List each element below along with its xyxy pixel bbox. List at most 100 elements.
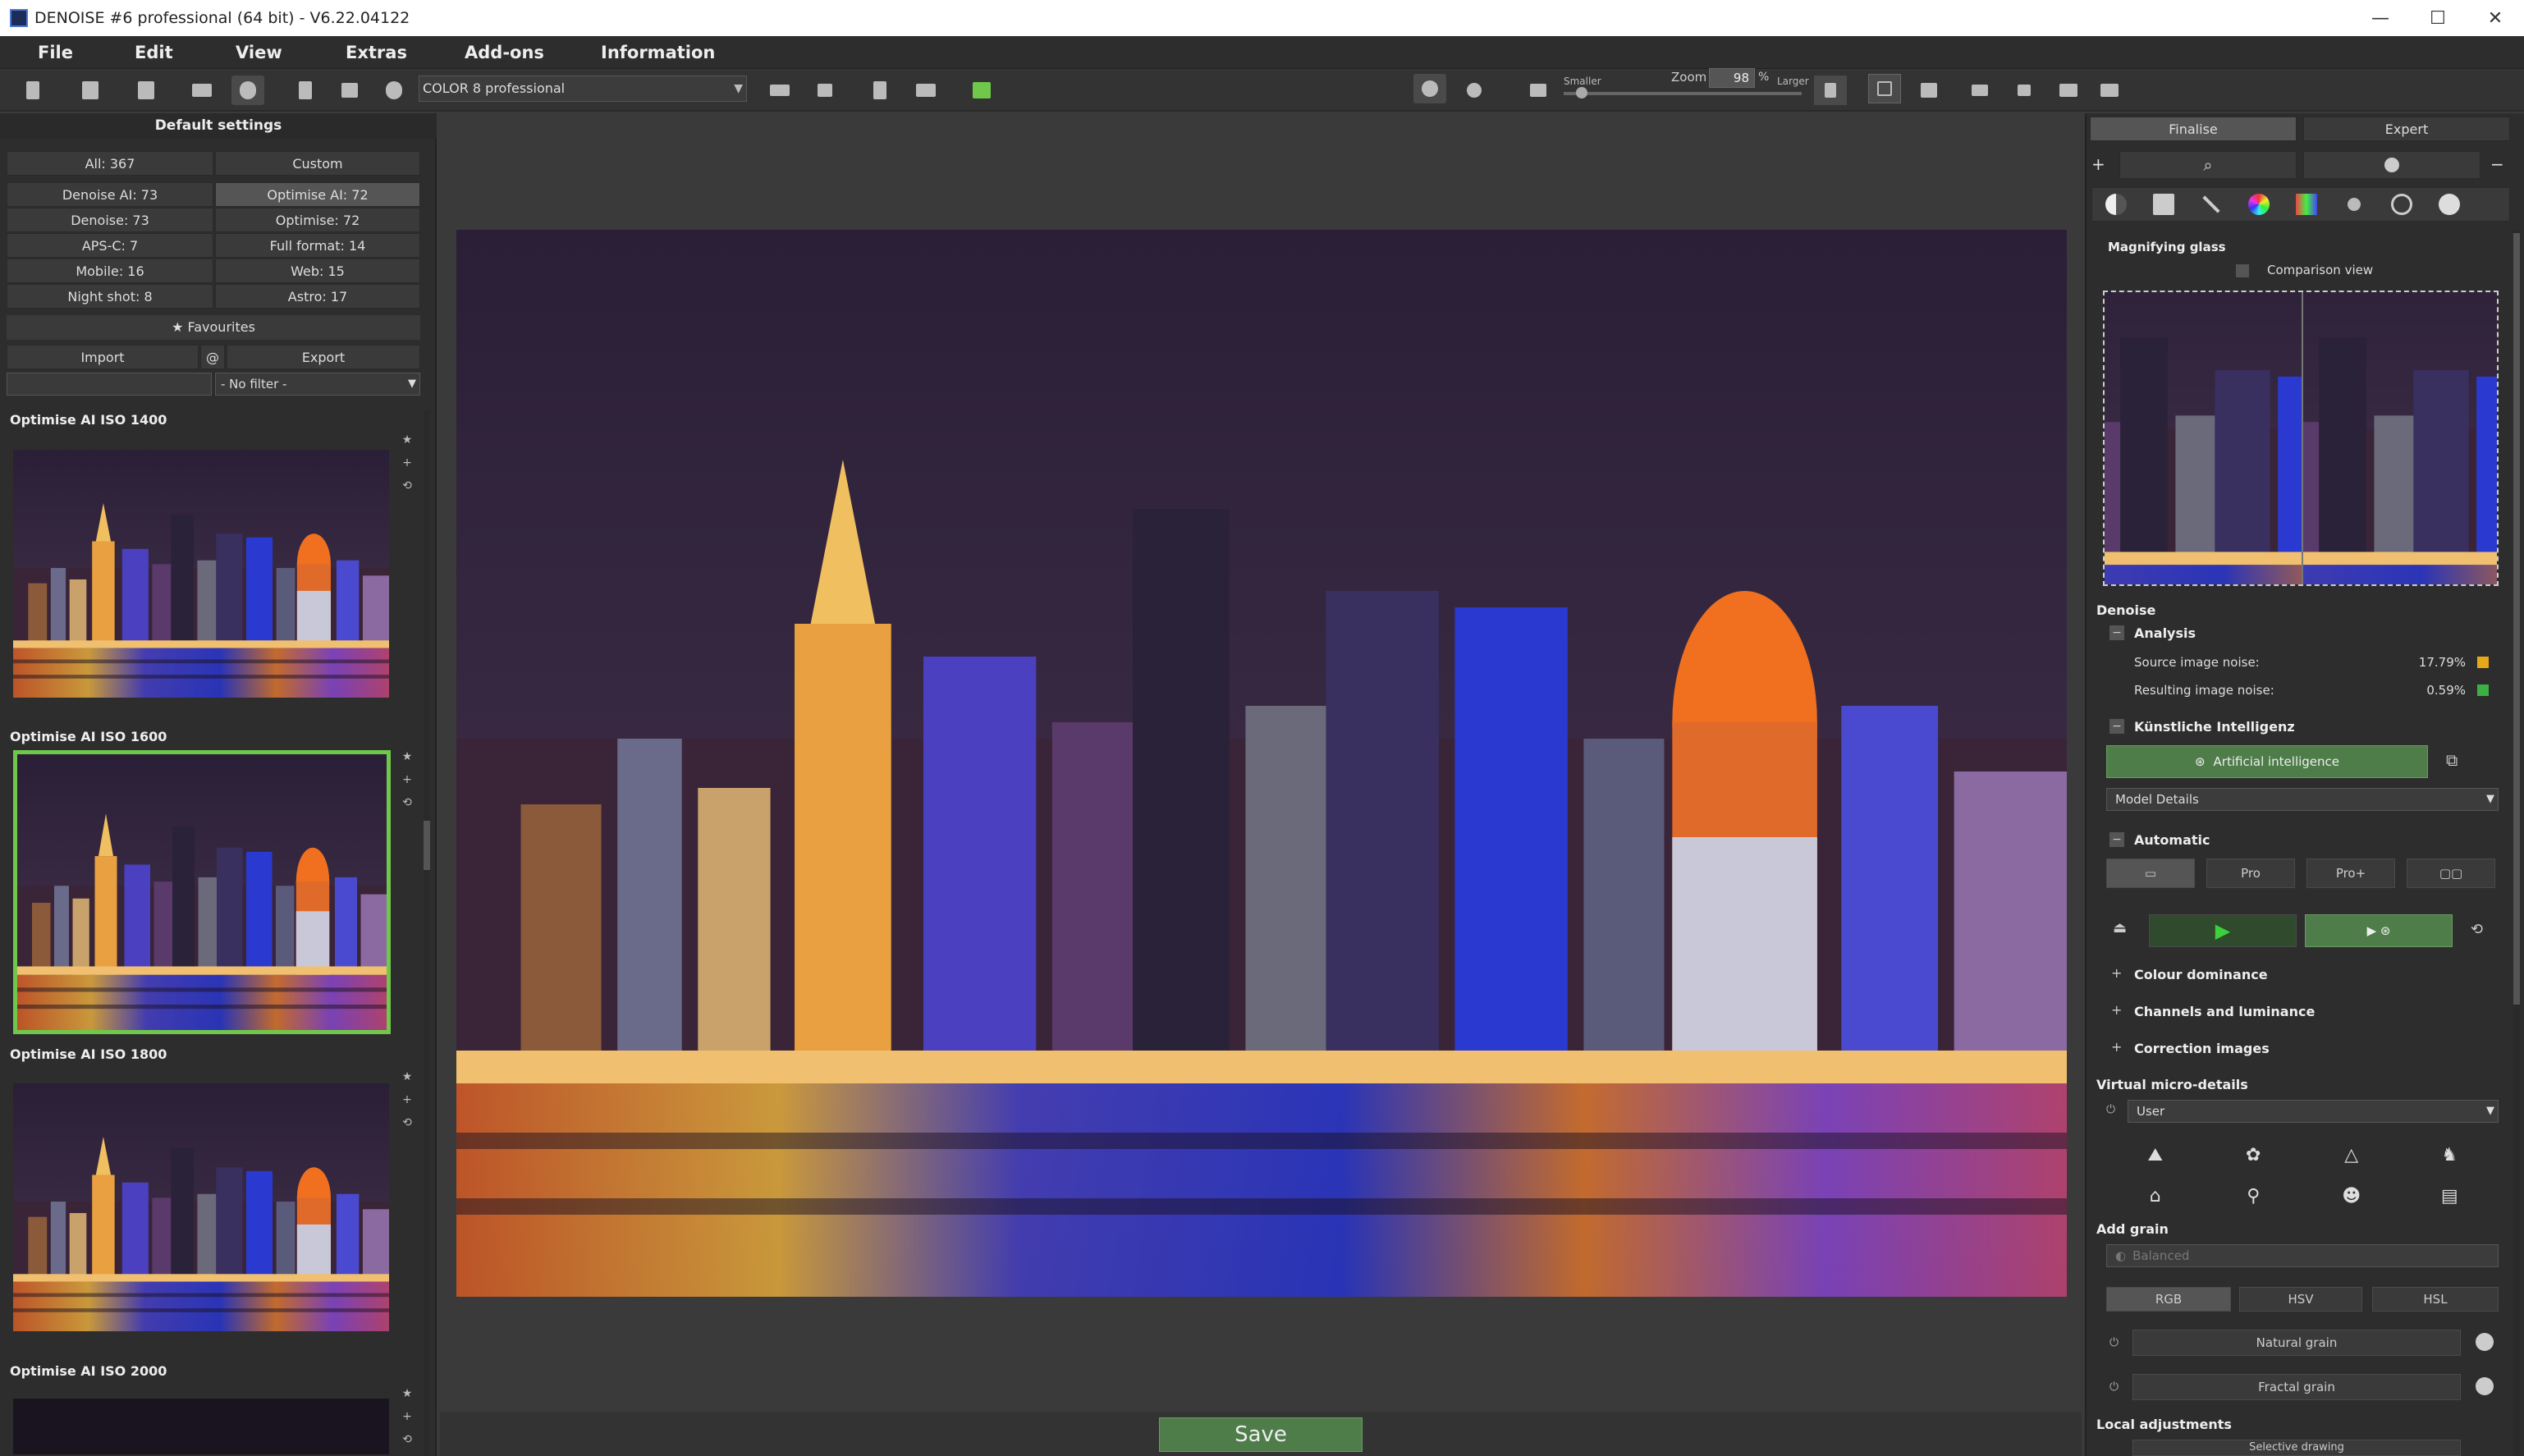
grid-icon[interactable] [2140,188,2187,221]
save-file-icon[interactable] [289,76,322,105]
tab-expert[interactable]: Expert [2303,117,2510,141]
menu-information[interactable]: Information [598,36,718,69]
maximize-button[interactable]: ☐ [2409,0,2467,36]
new-icon[interactable] [16,76,49,105]
view-split-h-icon[interactable] [1963,76,1996,105]
fractal-grain-settings-icon[interactable] [2476,1377,2494,1395]
magnifier-preview[interactable] [2103,291,2499,586]
flower-icon[interactable]: ✿ [2205,1145,2303,1165]
comparison-checkbox[interactable] [2236,264,2249,277]
auto-mode-dual-button[interactable]: ▢▢ [2407,858,2495,888]
power-icon[interactable]: ⏻ [2106,1103,2115,1116]
category-apsc[interactable]: APS-C: 7 [7,233,213,258]
import-button[interactable]: Import [7,345,199,369]
tab-finalise[interactable]: Finalise [2090,117,2297,141]
animal-icon[interactable]: ♞ [2401,1145,2499,1165]
color-wheel-icon[interactable] [2235,188,2283,221]
magnify-icon[interactable] [2378,188,2426,221]
add-button[interactable]: + [2091,154,2105,174]
preview-icon[interactable] [1413,74,1446,103]
gallery-icon[interactable] [909,76,942,105]
category-optimise[interactable]: Optimise: 72 [215,208,420,232]
compare-icon[interactable] [763,76,796,105]
category-denoise[interactable]: Denoise: 73 [7,208,213,232]
preset-dropdown[interactable]: COLOR 8 professional ▼ [419,76,747,102]
preset-thumbnail[interactable] [11,448,391,699]
right-panel-scrollbar[interactable] [2513,230,2520,1456]
natural-grain-settings-icon[interactable] [2476,1333,2494,1351]
fullscreen-icon[interactable] [2093,76,2126,105]
category-astro[interactable]: Astro: 17 [215,284,420,309]
preset-thumbnail[interactable] [11,1082,391,1333]
preset-scrollbar[interactable] [424,410,430,1456]
view-split-v-icon[interactable] [2008,76,2041,105]
minimize-button[interactable]: — [2352,0,2409,36]
ai-button[interactable]: ⊛ Artificial intelligence [2106,745,2428,778]
menu-extras[interactable]: Extras [342,36,410,69]
histogram-icon[interactable] [965,76,998,105]
category-night-shot[interactable]: Night shot: 8 [7,284,213,309]
landscape-icon[interactable]: ⛰ [2106,1145,2205,1165]
category-web[interactable]: Web: 15 [215,259,420,283]
channels-title[interactable]: Channels and luminance [2134,1004,2315,1019]
fractal-grain-button[interactable]: Fractal grain [2132,1374,2461,1400]
zoom-input[interactable]: 98 [1709,68,1755,88]
gear-icon[interactable] [2426,188,2473,221]
brush-icon[interactable] [2187,188,2235,221]
collapse-automatic-button[interactable]: − [2109,832,2124,847]
batch-icon[interactable] [130,76,163,105]
collapse-ai-button[interactable]: − [2109,719,2124,734]
remove-button[interactable]: − [2490,154,2504,174]
expand-channels-button[interactable]: + [2111,1002,2122,1018]
grain-hsv-button[interactable]: HSV [2239,1287,2362,1312]
share-icon[interactable] [378,76,410,105]
document-icon[interactable]: ▤ [2401,1186,2499,1206]
model-details-dropdown[interactable]: Model Details ▼ [2106,788,2499,811]
main-image-view[interactable] [456,230,2067,1297]
magnifier-tool[interactable]: ⌕ [2119,151,2297,179]
category-optimise-ai[interactable]: Optimise AI: 72 [215,182,420,207]
crop-icon[interactable] [1868,74,1901,103]
preset-actions[interactable]: ★ + ⟲ [401,1065,414,1134]
raw-icon[interactable] [186,76,218,105]
zoom-step-icon[interactable] [1814,76,1847,105]
correction-title[interactable]: Correction images [2134,1041,2270,1056]
menu-view[interactable]: View [232,36,286,69]
menu-edit[interactable]: Edit [131,36,176,69]
expand-colour-button[interactable]: + [2111,965,2122,981]
category-mobile[interactable]: Mobile: 16 [7,259,213,283]
favourites-button[interactable]: ★ Favourites [7,315,420,340]
preset-actions[interactable]: ★ + ⟲ [401,428,414,497]
expand-correction-button[interactable]: + [2111,1039,2122,1055]
split-icon[interactable] [809,76,841,105]
reset-icon[interactable]: ⟲ [2471,921,2483,938]
preset-actions[interactable]: ★ + ⟲ [401,1382,414,1451]
macro-icon[interactable]: ⚲ [2205,1186,2303,1206]
close-button[interactable]: ✕ [2467,0,2524,36]
natural-grain-power-icon[interactable]: ⏻ [2109,1336,2119,1349]
ai-settings-icon[interactable]: ⧉ [2446,750,2458,770]
tab-custom[interactable]: Custom [215,151,420,176]
save-button[interactable]: Save [1159,1417,1363,1452]
run-ai-button[interactable]: ▶ ⊛ [2305,914,2453,947]
fractal-grain-power-icon[interactable]: ⏻ [2109,1380,2119,1394]
view-single-icon[interactable] [1912,76,1945,105]
category-denoise-ai[interactable]: Denoise AI: 73 [7,182,213,207]
grain-rgb-button[interactable]: RGB [2106,1287,2231,1312]
nodes-icon[interactable] [2330,188,2378,221]
filter-dropdown[interactable]: - No filter - ▼ [215,373,420,396]
natural-grain-button[interactable]: Natural grain [2132,1330,2461,1356]
portrait-icon[interactable]: ☻ [2302,1186,2401,1206]
building-icon[interactable]: ⌂ [2106,1186,2205,1206]
zoom-slider-handle[interactable] [1576,87,1587,98]
grain-dropdown[interactable]: ◐ Balanced [2106,1244,2499,1267]
settings-icon[interactable] [231,76,264,105]
preset-thumbnail[interactable] [11,1397,391,1456]
zoom-slider[interactable] [1564,92,1802,95]
selective-drawing-button[interactable]: Selective drawing [2132,1440,2461,1456]
category-full-format[interactable]: Full format: 14 [215,233,420,258]
print-icon[interactable] [333,76,366,105]
tone-icon[interactable] [2092,188,2140,221]
run-button[interactable]: ▶ [2149,914,2297,947]
grain-hsl-button[interactable]: HSL [2372,1287,2499,1312]
